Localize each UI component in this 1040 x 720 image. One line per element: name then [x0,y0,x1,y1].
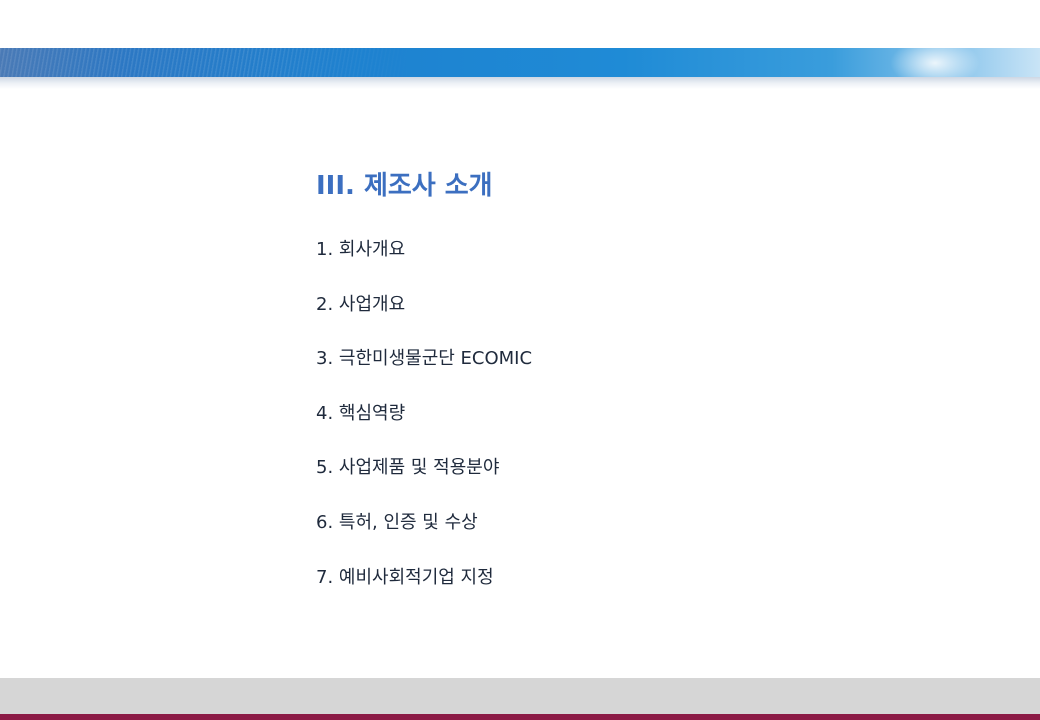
section-title: III. 제조사 소개 [316,171,493,201]
header-shadow [0,77,1040,89]
table-of-contents: III. 제조사 소개 1. 회사개요 2. 사업개요 3. 극한미생물군단 E… [316,166,916,618]
header-texture [0,48,1040,77]
header-banner [0,48,1040,77]
slide: III. 제조사 소개 1. 회사개요 2. 사업개요 3. 극한미생물군단 E… [0,0,1040,720]
toc-item-ecomic: 3. 극한미생물군단 ECOMIC [316,348,533,370]
toc-item-core-competency: 4. 핵심역량 [316,402,406,424]
footer-band [0,678,1040,714]
toc-item-patents-awards: 6. 특허, 인증 및 수상 [316,511,478,533]
toc-item-products-applications: 5. 사업제품 및 적용분야 [316,457,500,479]
toc-item-business-overview: 2. 사업개요 [316,293,406,315]
toc-list: 1. 회사개요 2. 사업개요 3. 극한미생물군단 ECOMIC 4. 핵심역… [316,236,916,592]
header-glow [890,48,980,77]
toc-item-social-enterprise: 7. 예비사회적기업 지정 [316,566,494,588]
footer-line [0,714,1040,720]
toc-item-company-overview: 1. 회사개요 [316,239,406,260]
